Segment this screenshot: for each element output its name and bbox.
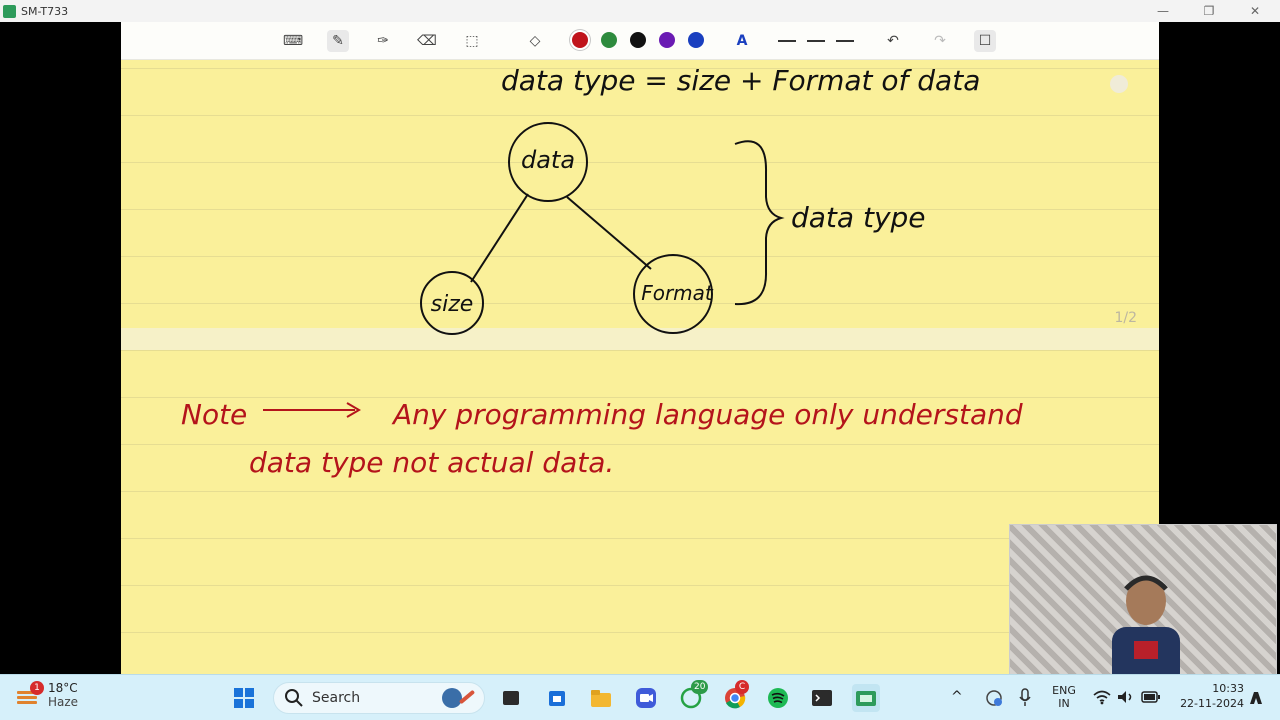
curly-brace	[734, 140, 785, 306]
terminal-button[interactable]	[808, 684, 836, 712]
edge-right	[566, 196, 652, 270]
clock-time: 10:33	[1212, 682, 1244, 695]
terminal-icon	[812, 690, 832, 706]
presenter-video	[1112, 575, 1180, 675]
tray-chevron-icon[interactable]: ^	[951, 689, 963, 705]
windows-taskbar: 1 18°C Haze Search 20 C ^ ENG IN 10:33 2…	[0, 674, 1280, 720]
scrcpy-button[interactable]	[852, 684, 880, 712]
webcam-overlay[interactable]	[1009, 524, 1277, 676]
store-icon	[549, 691, 565, 706]
clock[interactable]: 10:33 22-11-2024	[1168, 682, 1244, 710]
node-size-label: size	[431, 292, 474, 317]
language-code: ENG	[1052, 684, 1076, 697]
brace-label: data type	[791, 201, 926, 234]
chrome-button[interactable]: C	[721, 680, 749, 712]
edge-left	[470, 193, 529, 283]
android-mirror-icon	[856, 691, 876, 706]
window-title: SM-T733	[21, 4, 69, 18]
note-prefix: Note	[181, 398, 247, 431]
minimize-button[interactable]: —	[1140, 0, 1186, 22]
spotify-icon	[768, 688, 788, 708]
whatsapp-badge: 20	[691, 680, 709, 694]
zoom-button[interactable]	[632, 684, 660, 712]
taskbar-search[interactable]: Search	[273, 682, 485, 714]
search-label: Search	[312, 690, 361, 706]
weather-badge: 1	[30, 681, 44, 695]
zoom-icon	[636, 688, 656, 708]
spotify-button[interactable]	[764, 684, 792, 712]
wifi-icon[interactable]	[1093, 689, 1111, 705]
mirror-stage: ⌨ ✎ ✑ ⌫ ⬚ ◇ A ↶ ↷ ☐ 1/2 data type = size…	[0, 22, 1280, 676]
task-view-button[interactable]	[497, 684, 525, 712]
start-button[interactable]	[230, 684, 258, 712]
search-highlight-icon	[442, 688, 475, 708]
battery-icon[interactable]	[1141, 690, 1161, 704]
region-code: IN	[1058, 697, 1070, 710]
note-line-2: data type not actual data.	[249, 446, 614, 479]
search-icon	[285, 689, 303, 707]
whatsapp-button[interactable]: 20	[677, 680, 709, 712]
volume-icon[interactable]	[1117, 689, 1135, 705]
collapse-icon[interactable]	[1110, 75, 1128, 93]
window-titlebar: SM-T733 — ❐ ✕	[0, 0, 1280, 22]
copilot-icon[interactable]	[1248, 689, 1264, 707]
close-button[interactable]: ✕	[1232, 0, 1278, 22]
clock-date: 22-11-2024	[1180, 697, 1244, 710]
store-button[interactable]	[543, 684, 571, 712]
ink-layer: data type = size + Format of data data s…	[181, 64, 1128, 479]
network-shield-icon[interactable]	[985, 689, 1003, 707]
task-view-icon	[503, 691, 519, 705]
note-line-1: Any programming language only understand	[391, 398, 1023, 431]
app-icon	[3, 4, 16, 18]
weather-desc: Haze	[48, 695, 79, 709]
node-format-label: Format	[641, 281, 714, 305]
weather-temp: 18°C	[48, 681, 78, 695]
node-data-label: data	[521, 146, 575, 174]
chrome-profile-badge: C	[735, 680, 749, 694]
language-indicator[interactable]: ENG IN	[1046, 684, 1082, 710]
file-explorer-button[interactable]	[587, 684, 615, 712]
maximize-button[interactable]: ❐	[1186, 0, 1232, 22]
note-canvas[interactable]: ⌨ ✎ ✑ ⌫ ⬚ ◇ A ↶ ↷ ☐ 1/2 data type = size…	[121, 22, 1159, 674]
equation-text: data type = size + Format of data	[501, 64, 980, 97]
windows-logo-icon	[234, 688, 254, 708]
microphone-icon[interactable]	[1018, 688, 1032, 708]
folder-icon	[591, 690, 611, 707]
weather-widget[interactable]: 1 18°C Haze	[14, 681, 78, 709]
